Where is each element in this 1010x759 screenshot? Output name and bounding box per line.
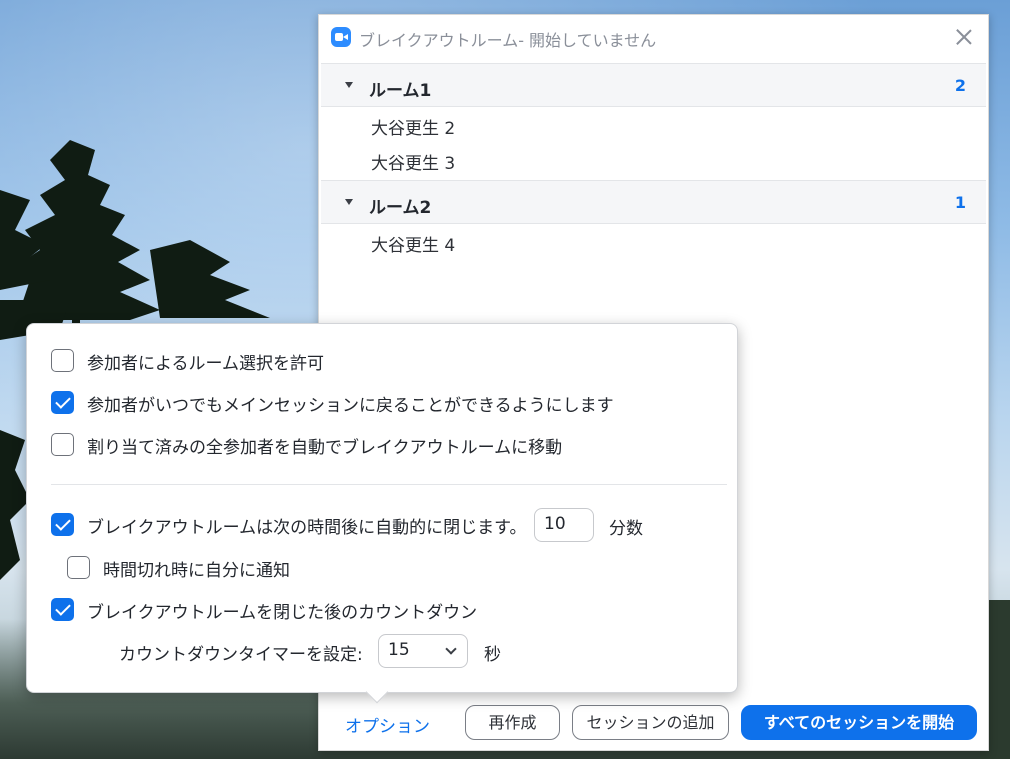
checkbox[interactable] [51, 349, 74, 372]
auto-close-minutes-input[interactable]: 10 [534, 508, 594, 542]
options-button[interactable]: オプション [345, 712, 430, 737]
checkbox[interactable] [51, 433, 74, 456]
titlebar: ブレイクアウトルーム- 開始していません [319, 15, 988, 61]
add-session-button[interactable]: セッションの追加 [572, 705, 729, 740]
room-participant-count: 2 [954, 76, 966, 95]
zoom-logo-icon [331, 27, 351, 47]
option-label: 時間切れ時に自分に通知 [103, 561, 290, 581]
room-name: ルーム2 [369, 198, 432, 218]
room-participant-count: 1 [954, 193, 966, 212]
window-title: ブレイクアウトルーム- 開始していません [359, 31, 657, 50]
participant-item[interactable]: 大谷更生 3 [371, 149, 455, 174]
checkbox[interactable] [51, 513, 74, 536]
start-all-sessions-button[interactable]: すべてのセッションを開始 [741, 705, 977, 740]
option-label: ブレイクアウトルームを閉じた後のカウントダウン [87, 603, 478, 623]
caret-down-icon[interactable] [345, 199, 353, 205]
options-popup: 参加者によるルーム選択を許可 参加者がいつでもメインセッションに戻ることができる… [26, 323, 738, 693]
room-name: ルーム1 [369, 81, 432, 101]
minutes-unit-label: 分数 [609, 519, 643, 539]
recreate-button[interactable]: 再作成 [465, 705, 560, 740]
room-header-1[interactable]: ルーム1 2 [321, 63, 986, 107]
option-label: 参加者によるルーム選択を許可 [87, 354, 324, 374]
participant-item[interactable]: 大谷更生 2 [371, 114, 455, 139]
seconds-unit-label: 秒 [484, 645, 501, 665]
room-header-2[interactable]: ルーム2 1 [321, 180, 986, 224]
option-label: ブレイクアウトルームは次の時間後に自動的に閉じます。 [87, 518, 527, 538]
divider [51, 484, 727, 485]
option-label: 参加者がいつでもメインセッションに戻ることができるようにします [87, 396, 614, 416]
chevron-down-icon [445, 643, 457, 655]
participant-item[interactable]: 大谷更生 4 [371, 231, 455, 256]
checkbox[interactable] [67, 556, 90, 579]
caret-down-icon[interactable] [345, 82, 353, 88]
checkbox[interactable] [51, 391, 74, 414]
checkbox[interactable] [51, 598, 74, 621]
option-label: 割り当て済みの全参加者を自動でブレイクアウトルームに移動 [87, 438, 563, 458]
countdown-timer-label: カウントダウンタイマーを設定: [119, 645, 363, 665]
select-value: 15 [388, 640, 410, 660]
countdown-seconds-select[interactable]: 15 [378, 634, 468, 668]
close-icon[interactable] [952, 25, 976, 49]
